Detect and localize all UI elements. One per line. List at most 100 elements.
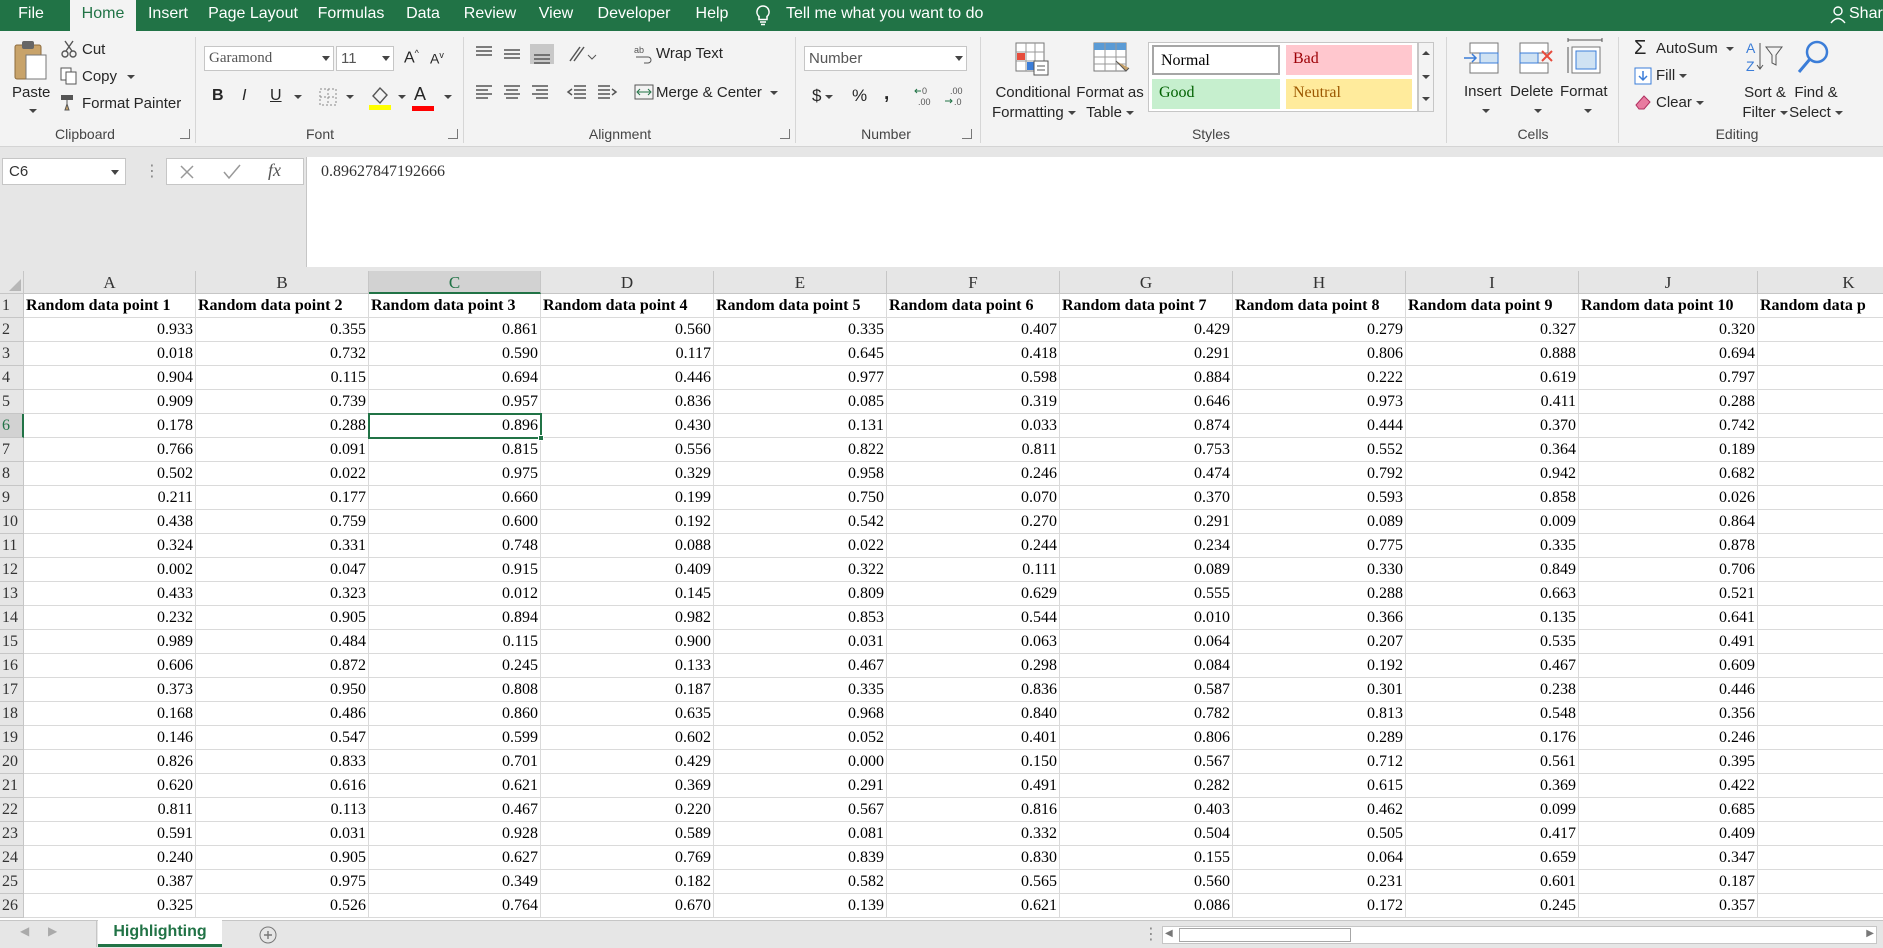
data-cell[interactable]: 0.836 — [887, 678, 1060, 702]
column-header-b[interactable]: B — [196, 271, 369, 294]
data-cell[interactable]: 0.587 — [1060, 678, 1233, 702]
data-cell[interactable]: 0.606 — [24, 654, 196, 678]
data-cell[interactable]: 0.064 — [1233, 846, 1406, 870]
data-cell[interactable]: 0.958 — [714, 462, 887, 486]
row-header-17[interactable]: 17 — [0, 678, 24, 702]
data-cell[interactable]: 0.853 — [714, 606, 887, 630]
data-cell[interactable]: 0.660 — [369, 486, 541, 510]
fill-button[interactable]: Fill — [1656, 67, 1688, 84]
data-cell[interactable]: 0.560 — [541, 318, 714, 342]
data-cell[interactable]: 0.813 — [1233, 702, 1406, 726]
data-cell[interactable]: 0.446 — [541, 366, 714, 390]
row-header-25[interactable]: 25 — [0, 870, 24, 894]
data-cell[interactable]: 0.547 — [196, 726, 369, 750]
currency-button[interactable]: $ — [812, 86, 834, 106]
column-header-k[interactable]: K — [1758, 271, 1883, 294]
data-cell[interactable]: 0.298 — [887, 654, 1060, 678]
data-cell[interactable]: 0.018 — [24, 342, 196, 366]
styles-gallery-scroll[interactable] — [1418, 42, 1434, 112]
column-header-h[interactable]: H — [1233, 271, 1406, 294]
data-cell[interactable]: 0.000 — [714, 750, 887, 774]
clipboard-launcher[interactable] — [180, 129, 190, 139]
data-cell[interactable]: 0.022 — [714, 534, 887, 558]
data-cell[interactable] — [1758, 750, 1883, 774]
data-cell[interactable]: 0.593 — [1233, 486, 1406, 510]
data-cell[interactable]: 0.598 — [887, 366, 1060, 390]
data-cell[interactable]: 0.621 — [887, 894, 1060, 918]
data-cell[interactable]: 0.797 — [1579, 366, 1758, 390]
decrease-decimal-icon[interactable]: .00.0 — [944, 85, 970, 107]
data-cell[interactable] — [1758, 486, 1883, 510]
data-cell[interactable] — [1758, 462, 1883, 486]
increase-decimal-icon[interactable]: 0.00 — [914, 85, 940, 107]
data-cell[interactable]: 0.238 — [1406, 678, 1579, 702]
header-cell[interactable]: Random data p — [1758, 294, 1883, 318]
header-cell[interactable]: Random data point 9 — [1406, 294, 1579, 318]
data-cell[interactable]: 0.878 — [1579, 534, 1758, 558]
tab-file[interactable]: File — [4, 0, 58, 31]
scroll-right-icon[interactable]: ▶ — [1866, 928, 1874, 939]
data-cell[interactable]: 0.325 — [24, 894, 196, 918]
header-cell[interactable]: Random data point 3 — [369, 294, 541, 318]
font-color-dropdown-icon[interactable] — [444, 95, 452, 99]
data-cell[interactable]: 0.322 — [714, 558, 887, 582]
data-cell[interactable]: 0.291 — [1060, 510, 1233, 534]
data-cell[interactable]: 0.915 — [369, 558, 541, 582]
data-cell[interactable]: 0.168 — [24, 702, 196, 726]
data-cell[interactable]: 0.864 — [1579, 510, 1758, 534]
data-cell[interactable]: 0.291 — [714, 774, 887, 798]
data-cell[interactable]: 0.091 — [196, 438, 369, 462]
row-header-11[interactable]: 11 — [0, 534, 24, 558]
row-header-23[interactable]: 23 — [0, 822, 24, 846]
data-cell[interactable]: 0.063 — [887, 630, 1060, 654]
data-cell[interactable] — [1758, 390, 1883, 414]
tab-developer[interactable]: Developer — [590, 0, 678, 31]
data-cell[interactable]: 0.732 — [196, 342, 369, 366]
data-cell[interactable]: 0.182 — [541, 870, 714, 894]
data-cell[interactable]: 0.291 — [1060, 342, 1233, 366]
data-cell[interactable]: 0.830 — [887, 846, 1060, 870]
column-header-d[interactable]: D — [541, 271, 714, 294]
number-launcher[interactable] — [962, 129, 972, 139]
data-cell[interactable]: 0.430 — [541, 414, 714, 438]
tab-help[interactable]: Help — [688, 0, 736, 31]
row-header-3[interactable]: 3 — [0, 342, 24, 366]
data-cell[interactable]: 0.909 — [24, 390, 196, 414]
data-cell[interactable]: 0.904 — [24, 366, 196, 390]
data-cell[interactable]: 0.357 — [1579, 894, 1758, 918]
data-cell[interactable]: 0.872 — [196, 654, 369, 678]
data-cell[interactable]: 0.370 — [1060, 486, 1233, 510]
data-cell[interactable]: 0.301 — [1233, 678, 1406, 702]
paste-button[interactable]: Paste — [12, 84, 50, 101]
data-cell[interactable]: 0.619 — [1406, 366, 1579, 390]
data-cell[interactable]: 0.975 — [196, 870, 369, 894]
autosum-button[interactable]: AutoSum — [1656, 40, 1734, 57]
format-painter-button[interactable]: Format Painter — [82, 95, 181, 112]
data-cell[interactable]: 0.629 — [887, 582, 1060, 606]
data-cell[interactable]: 0.759 — [196, 510, 369, 534]
data-cell[interactable]: 0.769 — [541, 846, 714, 870]
data-cell[interactable]: 0.858 — [1406, 486, 1579, 510]
data-cell[interactable]: 0.694 — [1579, 342, 1758, 366]
row-header-9[interactable]: 9 — [0, 486, 24, 510]
header-cell[interactable]: Random data point 4 — [541, 294, 714, 318]
share-button[interactable]: Shar — [1849, 0, 1883, 31]
row-header-16[interactable]: 16 — [0, 654, 24, 678]
column-header-c[interactable]: C — [369, 271, 541, 294]
data-cell[interactable]: 0.387 — [24, 870, 196, 894]
data-cell[interactable]: 0.189 — [1579, 438, 1758, 462]
data-cell[interactable]: 0.366 — [1233, 606, 1406, 630]
row-header-10[interactable]: 10 — [0, 510, 24, 534]
data-cell[interactable]: 0.884 — [1060, 366, 1233, 390]
data-cell[interactable]: 0.364 — [1406, 438, 1579, 462]
data-cell[interactable]: 0.245 — [1406, 894, 1579, 918]
select-all-button[interactable] — [0, 271, 24, 294]
data-cell[interactable]: 0.330 — [1233, 558, 1406, 582]
column-header-j[interactable]: J — [1579, 271, 1758, 294]
data-cell[interactable]: 0.968 — [714, 702, 887, 726]
tab-page-layout[interactable]: Page Layout — [204, 0, 302, 31]
data-cell[interactable]: 0.888 — [1406, 342, 1579, 366]
data-cell[interactable]: 0.977 — [714, 366, 887, 390]
data-cell[interactable]: 0.033 — [887, 414, 1060, 438]
data-cell[interactable]: 0.246 — [1579, 726, 1758, 750]
